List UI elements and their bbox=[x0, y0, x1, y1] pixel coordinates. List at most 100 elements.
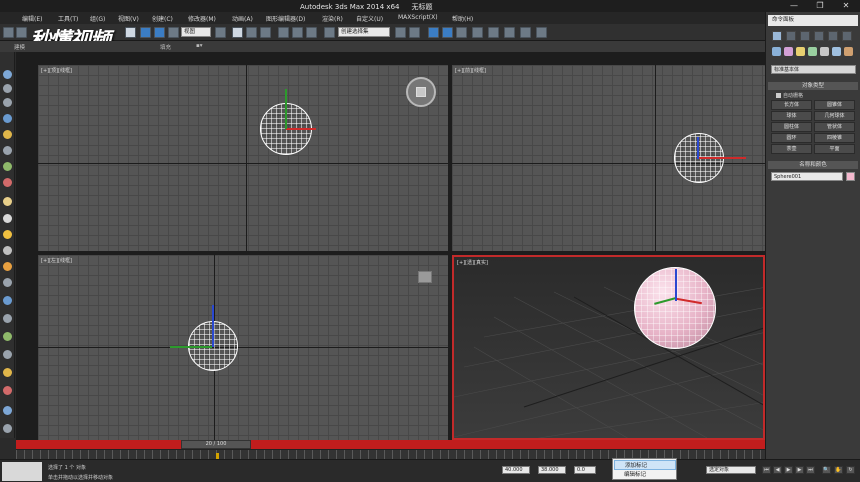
viewport-top-label[interactable]: [+][顶][线框] bbox=[41, 67, 72, 74]
tool-icon-19[interactable] bbox=[3, 368, 12, 377]
time-slider[interactable]: 20 / 100 bbox=[181, 440, 251, 449]
tool-icon-6[interactable] bbox=[3, 146, 12, 155]
object-color-swatch[interactable] bbox=[846, 172, 855, 181]
gizmo-x-axis[interactable] bbox=[286, 128, 316, 130]
tool-icon-22[interactable] bbox=[3, 424, 12, 433]
go-to-start-icon[interactable]: ⏮ bbox=[762, 466, 771, 474]
undo-icon[interactable] bbox=[3, 27, 14, 38]
tool-icon-21[interactable] bbox=[3, 406, 12, 415]
pyramid-button[interactable]: 四棱锥 bbox=[814, 133, 855, 143]
helpers-icon[interactable] bbox=[820, 47, 829, 56]
mirror-icon[interactable] bbox=[395, 27, 406, 38]
viewport-left-label[interactable]: [+][左][线框] bbox=[41, 257, 72, 264]
space-warps-icon[interactable] bbox=[832, 47, 841, 56]
gizmo-z-axis[interactable] bbox=[697, 137, 699, 159]
next-frame-icon[interactable]: ▶ bbox=[795, 466, 804, 474]
tool-icon-9[interactable] bbox=[3, 197, 12, 206]
ribbon-tab-populate[interactable]: 填充 bbox=[160, 43, 171, 51]
cone-button[interactable]: 圆锥体 bbox=[814, 100, 855, 110]
maximize-button[interactable]: ❐ bbox=[807, 0, 833, 12]
plane-button[interactable]: 平面 bbox=[814, 144, 855, 154]
menu-customize[interactable]: 自定义(U) bbox=[356, 14, 383, 23]
select-and-move-icon[interactable] bbox=[232, 27, 243, 38]
minimize-button[interactable]: — bbox=[781, 0, 807, 12]
time-slider-track[interactable]: 20 / 100 bbox=[16, 440, 765, 449]
tool-icon-2[interactable] bbox=[3, 84, 12, 93]
material-editor-icon[interactable] bbox=[488, 27, 499, 38]
torus-button[interactable]: 圆环 bbox=[771, 133, 812, 143]
ribbon-dropdown-icon[interactable]: ▪▾ bbox=[196, 43, 203, 49]
sphere-button[interactable]: 球体 bbox=[771, 111, 812, 121]
object-category-dropdown[interactable]: 标准基本体 bbox=[771, 65, 856, 74]
rectangular-selection-icon[interactable] bbox=[154, 27, 165, 38]
tool-icon-8[interactable] bbox=[3, 178, 12, 187]
geometry-icon[interactable] bbox=[772, 47, 781, 56]
systems-icon[interactable] bbox=[844, 47, 853, 56]
redo-icon[interactable] bbox=[16, 27, 27, 38]
teapot-button[interactable]: 茶壶 bbox=[771, 144, 812, 154]
ribbon-tab-modeling[interactable]: 建模 bbox=[14, 43, 25, 51]
x-coordinate-input[interactable]: 40.000 bbox=[502, 466, 530, 474]
tool-icon-18[interactable] bbox=[3, 350, 12, 359]
menu-graph-editors[interactable]: 图形编辑器(D) bbox=[266, 14, 305, 23]
tool-icon-20[interactable] bbox=[3, 386, 12, 395]
percent-snap-icon[interactable] bbox=[306, 27, 317, 38]
select-and-rotate-icon[interactable] bbox=[246, 27, 257, 38]
menu-edit[interactable]: 编辑(E) bbox=[22, 14, 42, 23]
menu-animation[interactable]: 动画(A) bbox=[232, 14, 253, 23]
create-tab-icon[interactable] bbox=[772, 31, 782, 41]
autogrid-checkbox[interactable]: 自动栅格 bbox=[776, 92, 803, 99]
edit-named-selection-icon[interactable] bbox=[324, 27, 335, 38]
layer-manager-icon[interactable] bbox=[428, 27, 439, 38]
curve-editor-icon[interactable] bbox=[456, 27, 467, 38]
gizmo-y-axis[interactable] bbox=[170, 346, 212, 348]
geosphere-button[interactable]: 几何球体 bbox=[814, 111, 855, 121]
tool-icon-7[interactable] bbox=[3, 162, 12, 171]
box-button[interactable]: 长方体 bbox=[771, 100, 812, 110]
cameras-icon[interactable] bbox=[808, 47, 817, 56]
tool-icon-11[interactable] bbox=[3, 230, 12, 239]
tool-icon-17[interactable] bbox=[3, 332, 12, 341]
close-button[interactable]: ✕ bbox=[833, 0, 859, 12]
align-icon[interactable] bbox=[409, 27, 420, 38]
tool-icon-15[interactable] bbox=[3, 296, 12, 305]
viewport-left[interactable]: [+][左][线框] bbox=[38, 255, 448, 440]
gizmo-x-axis[interactable] bbox=[698, 157, 746, 159]
rendered-frame-icon[interactable] bbox=[520, 27, 531, 38]
render-production-icon[interactable] bbox=[536, 27, 547, 38]
menu-help[interactable]: 帮助(H) bbox=[452, 14, 473, 23]
viewport-front[interactable]: [+][前][线框] bbox=[452, 65, 765, 251]
tool-icon-14[interactable] bbox=[3, 278, 12, 287]
key-filter-dropdown[interactable]: 选定对象 bbox=[706, 466, 756, 474]
viewport-front-label[interactable]: [+][前][线框] bbox=[455, 67, 486, 74]
tool-icon-16[interactable] bbox=[3, 314, 12, 323]
pan-icon[interactable]: ✋ bbox=[834, 466, 843, 474]
cylinder-button[interactable]: 圆柱体 bbox=[771, 122, 812, 132]
hierarchy-tab-icon[interactable] bbox=[800, 31, 810, 41]
gizmo-z-axis[interactable] bbox=[212, 305, 214, 347]
utilities-tab-icon[interactable] bbox=[842, 31, 852, 41]
select-and-scale-icon[interactable] bbox=[260, 27, 271, 38]
menu-view[interactable]: 视图(V) bbox=[118, 14, 139, 23]
viewport-perspective[interactable]: [+][透][真实] bbox=[452, 255, 765, 440]
menu-modifiers[interactable]: 修改器(M) bbox=[188, 14, 216, 23]
tube-button[interactable]: 管状体 bbox=[814, 122, 855, 132]
y-coordinate-input[interactable]: 38.000 bbox=[538, 466, 566, 474]
viewport-top[interactable]: [+][顶][线框] bbox=[38, 65, 448, 251]
menu-tools[interactable]: 工具(T) bbox=[58, 14, 78, 23]
play-icon[interactable]: ▶ bbox=[784, 466, 793, 474]
tool-icon-4[interactable] bbox=[3, 114, 12, 123]
gizmo-z-axis[interactable] bbox=[675, 269, 677, 301]
steering-wheel-icon[interactable] bbox=[406, 77, 436, 107]
snaps-toggle-icon[interactable] bbox=[278, 27, 289, 38]
named-selection-set-select[interactable]: 创建选择集 bbox=[338, 27, 390, 37]
object-name-input[interactable]: Sphere001 bbox=[771, 172, 843, 181]
tool-icon-10[interactable] bbox=[3, 214, 12, 223]
render-setup-icon[interactable] bbox=[504, 27, 515, 38]
modify-tab-icon[interactable] bbox=[786, 31, 796, 41]
tool-icon-3[interactable] bbox=[3, 98, 12, 107]
rollout-name-and-color[interactable]: 名称和颜色 bbox=[768, 161, 858, 169]
select-by-name-icon[interactable] bbox=[140, 27, 151, 38]
menu-create[interactable]: 创建(C) bbox=[152, 14, 173, 23]
shapes-icon[interactable] bbox=[784, 47, 793, 56]
